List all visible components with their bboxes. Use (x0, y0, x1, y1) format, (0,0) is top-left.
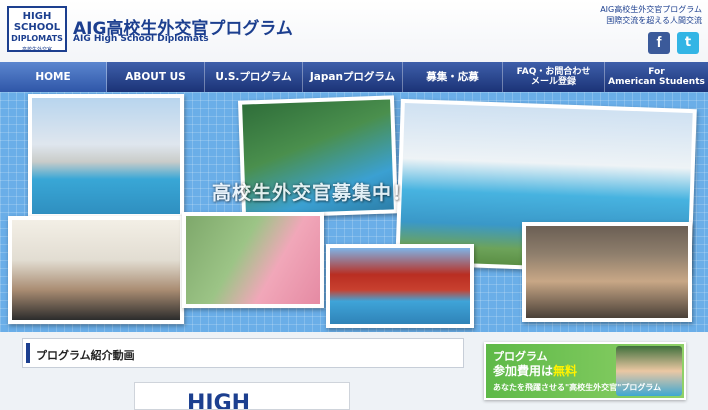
nav-faq-contact[interactable]: FAQ・お問合わせ メール登録 (503, 62, 605, 92)
logo-text-line1: HIGH (22, 11, 52, 22)
nav-home[interactable]: HOME (0, 62, 107, 92)
nav-recruitment[interactable]: 募集・応募 (403, 62, 503, 92)
twitter-icon[interactable]: t (677, 32, 699, 54)
section-header-video: プログラム紹介動画 (22, 338, 464, 368)
main-content: プログラム紹介動画 HIGH プログラム 参加費用は無料 あなたを飛躍させる"高… (0, 332, 708, 410)
logo-text-line2: SCHOOL (13, 22, 61, 33)
section-accent-bar (26, 343, 30, 363)
banner-line3: あなたを飛躍させる"高校生外交官"プログラム (493, 383, 662, 392)
nav-american-line1: For (648, 66, 665, 77)
nav-faq-line2: メール登録 (530, 77, 576, 87)
nav-japan-program[interactable]: Japanプログラム (303, 62, 403, 92)
nav-for-american-students[interactable]: For American Students (605, 62, 708, 92)
header-tagline-2: 国際交流を超える人間交流 (606, 16, 702, 25)
page: HIGH SCHOOL DIPLOMATS 高校生外交官 AIG高校生外交官プロ… (0, 0, 708, 410)
section-title: プログラム紹介動画 (36, 349, 135, 362)
photo-friends-hugging (182, 212, 324, 308)
nav-american-line2: American Students (608, 77, 705, 87)
nav-about-us[interactable]: ABOUT US (107, 62, 205, 92)
logo-text-line3: DIPLOMATS (11, 34, 63, 43)
photo-temple-group (326, 244, 474, 328)
banner-line2-highlight: 無料 (553, 364, 578, 378)
logo-text-line4: 高校生外交官 (21, 47, 52, 53)
hero-collage: 高校生外交官募集中！ (0, 92, 708, 332)
site-header: HIGH SCHOOL DIPLOMATS 高校生外交官 AIG高校生外交官プロ… (0, 0, 708, 62)
facebook-icon[interactable]: f (648, 32, 670, 54)
site-logo[interactable]: HIGH SCHOOL DIPLOMATS 高校生外交官 (7, 6, 67, 53)
video-thumbnail[interactable]: HIGH (134, 382, 350, 410)
photo-classroom (8, 216, 184, 324)
photo-medals (522, 222, 692, 322)
banner-line2: 参加費用は無料 (493, 362, 577, 379)
main-nav: HOME ABOUT US U.S.プログラム Japanプログラム 募集・応募… (0, 62, 708, 92)
header-tagline-1: AIG高校生外交官プログラム (600, 5, 702, 14)
site-subtitle: AIG High School Diplomats (73, 34, 209, 44)
nav-us-program[interactable]: U.S.プログラム (205, 62, 303, 92)
banner-line2-prefix: 参加費用は (493, 364, 554, 378)
free-program-banner[interactable]: プログラム 参加費用は無料 あなたを飛躍させる"高校生外交官"プログラム (484, 342, 686, 400)
hero-caption: 高校生外交官募集中！ (212, 182, 413, 204)
video-logo-text: HIGH (187, 391, 251, 410)
nav-faq-line1: FAQ・お問合わせ (516, 66, 591, 77)
photo-capitol-group (28, 94, 184, 218)
